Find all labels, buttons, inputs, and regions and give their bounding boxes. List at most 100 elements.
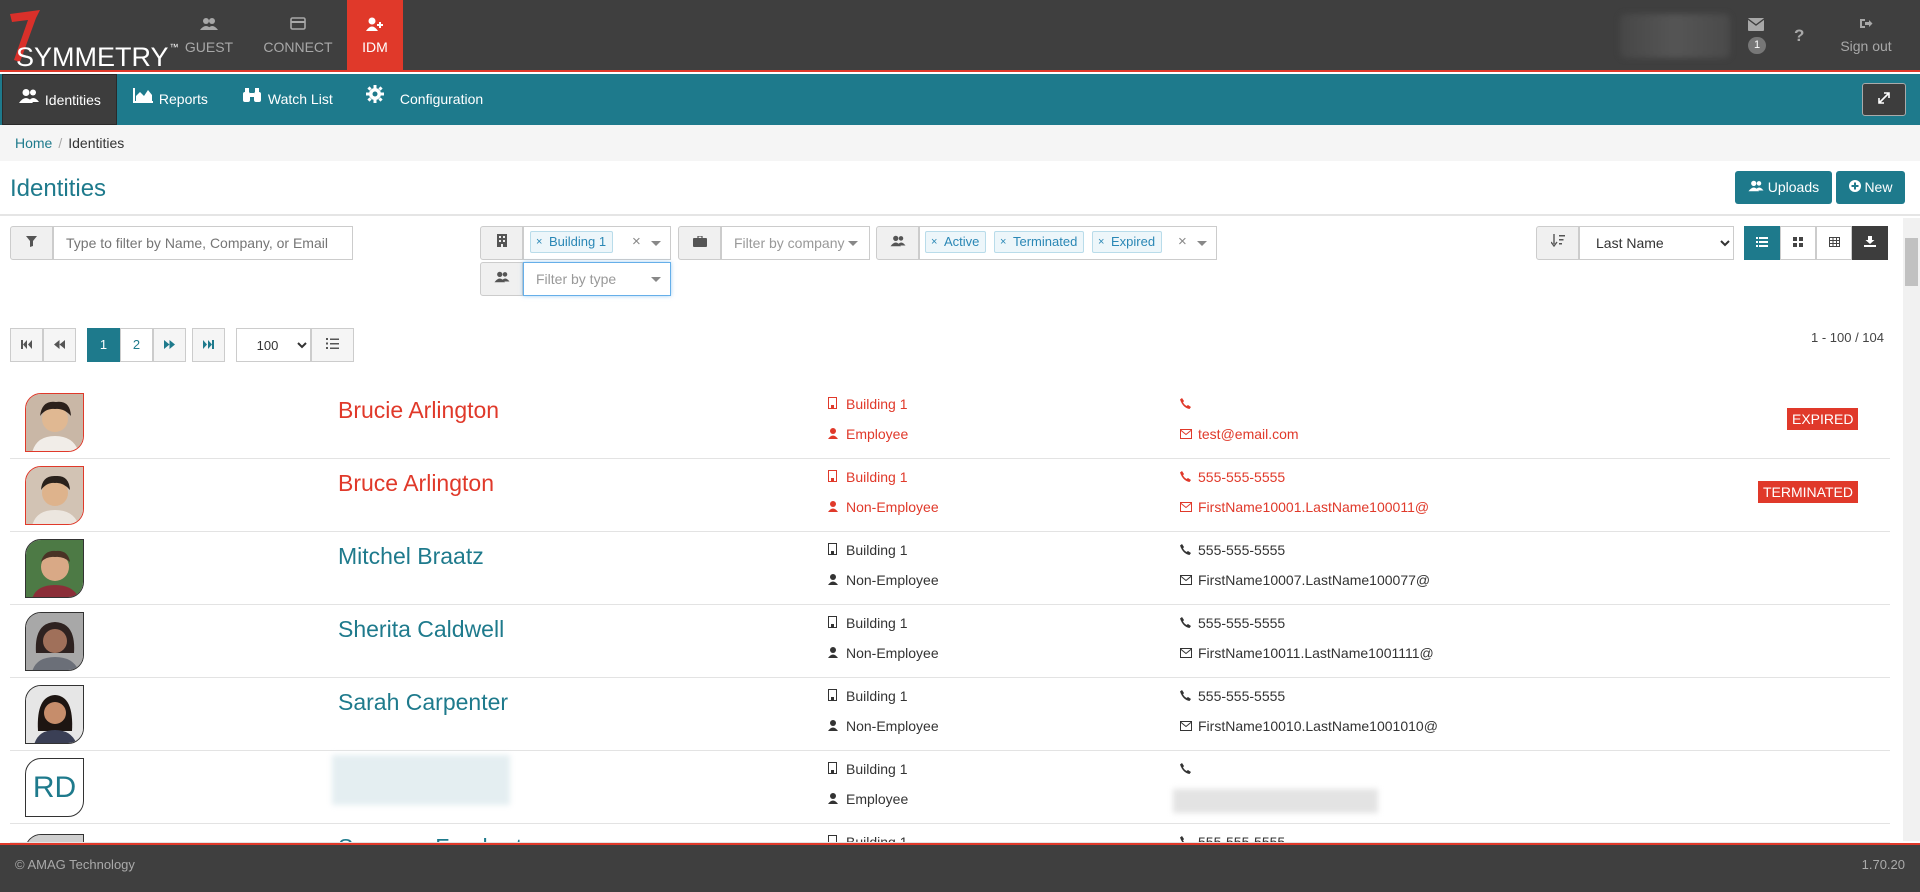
phone-value: 555-555-5555	[1198, 469, 1286, 485]
type-filter-select[interactable]: Filter by type	[523, 262, 671, 296]
company-caret-icon[interactable]	[848, 241, 858, 246]
building-icon	[496, 234, 507, 250]
tag-remove-icon[interactable]: ×	[1098, 232, 1104, 252]
envelope-icon[interactable]	[1747, 18, 1766, 32]
user-icon	[828, 647, 846, 661]
search-input[interactable]	[53, 226, 353, 260]
tag-remove-icon[interactable]: ×	[931, 232, 937, 252]
users-icon	[890, 235, 906, 250]
previous-page-button[interactable]	[43, 328, 76, 362]
user-icon	[828, 574, 846, 588]
avatar	[25, 834, 84, 842]
list-view-button[interactable]	[1744, 226, 1780, 260]
building-value: Building 1	[846, 469, 908, 485]
identity-row[interactable]: Sherita Caldwell Building 1 Non-Employee…	[10, 605, 1890, 678]
status-tag-terminated[interactable]: × Terminated	[994, 231, 1085, 253]
phone-cell	[1180, 396, 1198, 412]
app-tab-idm[interactable]: IDM	[347, 0, 403, 72]
identity-name[interactable]: Sherita Caldwell	[338, 616, 504, 643]
nav-item-configuration[interactable]: Configuration	[366, 74, 496, 125]
table-view-button[interactable]	[1816, 226, 1852, 260]
building-value: Building 1	[846, 542, 908, 558]
page-button[interactable]: 2	[120, 328, 153, 362]
email-cell: FirstName10011.LastName1001111@	[1180, 645, 1434, 661]
nav-item-label: Reports	[158, 91, 208, 107]
scrollbar-track[interactable]	[1903, 218, 1920, 841]
status-tag-expired[interactable]: × Expired	[1092, 231, 1163, 253]
uploads-button[interactable]: Uploads	[1735, 171, 1832, 204]
phone-icon	[1180, 763, 1198, 777]
phone-icon	[1180, 836, 1198, 842]
breadcrumb-home-link[interactable]: Home	[15, 135, 52, 151]
identity-row[interactable]: Suzanne Farnhart Building 1 555-555-5555	[10, 824, 1890, 843]
phone-value: 555-555-5555	[1198, 834, 1286, 843]
identity-row[interactable]: RD Building 1 Employee	[10, 751, 1890, 824]
phone-value: 555-555-5555	[1198, 688, 1286, 704]
tag-remove-icon[interactable]: ×	[1000, 232, 1006, 252]
building-tag[interactable]: × Building 1	[530, 231, 614, 253]
user-icon	[828, 428, 846, 442]
building-icon	[828, 762, 846, 777]
phone-cell: 555-555-5555	[1180, 615, 1285, 631]
phone-icon	[1180, 398, 1198, 412]
building-cell: Building 1	[828, 834, 908, 842]
result-range: 1 - 100 / 104	[1811, 330, 1884, 345]
grid-view-button[interactable]	[1780, 226, 1816, 260]
email-value: FirstName10010.LastName1001010@	[1198, 718, 1438, 734]
building-caret-icon[interactable]	[651, 241, 661, 246]
page-button[interactable]: 1	[87, 328, 120, 362]
help-icon[interactable]: ?	[1794, 26, 1804, 46]
area-chart-icon	[133, 73, 155, 124]
identity-row[interactable]: Brucie Arlington Building 1 Employee tes…	[10, 386, 1890, 459]
app-tab-label: IDM	[362, 39, 388, 55]
breadcrumb-bar	[0, 125, 1920, 161]
filter-icon	[26, 235, 37, 250]
building-clear-icon[interactable]: ×	[632, 233, 641, 250]
expand-fullscreen-button[interactable]	[1862, 83, 1906, 116]
identity-row[interactable]: Sarah Carpenter Building 1 Non-Employee …	[10, 678, 1890, 751]
nav-item-identities[interactable]: Identities	[2, 74, 117, 125]
sign-out-button[interactable]: Sign out	[1836, 18, 1896, 54]
identity-name[interactable]: Mitchel Braatz	[338, 543, 484, 570]
sort-select[interactable]: Last Name	[1579, 226, 1734, 260]
email-cell: FirstName10010.LastName1001010@	[1180, 718, 1438, 734]
identity-name[interactable]: Brucie Arlington	[338, 397, 499, 424]
last-page-button[interactable]	[192, 328, 225, 362]
type-value: Non-Employee	[846, 572, 939, 588]
status-tag-label: Terminated	[1013, 234, 1078, 249]
next-page-button[interactable]	[153, 328, 186, 362]
plus-circle-icon	[1848, 179, 1861, 195]
building-cell: Building 1	[828, 761, 908, 777]
email-value: FirstName10007.LastName100077@	[1198, 572, 1431, 588]
type-caret-icon[interactable]	[651, 277, 661, 282]
tag-remove-icon[interactable]: ×	[536, 232, 542, 252]
identity-row[interactable]: Bruce Arlington Building 1 Non-Employee …	[10, 459, 1890, 532]
type-filter-addon	[480, 262, 523, 296]
app-tab-connect[interactable]: CONNECT	[259, 0, 337, 72]
building-icon	[828, 616, 846, 631]
page-size-select[interactable]: 100	[236, 328, 311, 362]
identity-name[interactable]: Suzanne Farnhart	[338, 834, 522, 842]
phone-cell: 555-555-5555	[1180, 542, 1285, 558]
type-value: Non-Employee	[846, 645, 939, 661]
download-button[interactable]	[1852, 226, 1888, 260]
symmetry-logo[interactable]: SYMMETRY™	[6, 8, 179, 72]
status-caret-icon[interactable]	[1197, 241, 1207, 246]
status-clear-icon[interactable]: ×	[1178, 233, 1187, 250]
new-button[interactable]: New	[1836, 171, 1905, 204]
identity-row[interactable]: Mitchel Braatz Building 1 Non-Employee 5…	[10, 532, 1890, 605]
nav-item-reports[interactable]: Reports	[133, 74, 233, 125]
columns-button[interactable]	[311, 328, 354, 362]
status-filter-addon	[876, 226, 919, 260]
user-icon	[828, 720, 846, 734]
phone-value: 555-555-5555	[1198, 542, 1286, 558]
identity-name[interactable]: Sarah Carpenter	[338, 689, 508, 716]
status-tag-active[interactable]: × Active	[925, 231, 987, 253]
redacted-user-area	[1620, 14, 1730, 58]
nav-item-watch-list[interactable]: Watch List	[242, 74, 352, 125]
phone-icon	[1180, 690, 1198, 704]
identity-name[interactable]: Bruce Arlington	[338, 470, 494, 497]
app-tab-guest[interactable]: GUEST	[176, 0, 242, 72]
scrollbar-thumb[interactable]	[1905, 238, 1918, 286]
first-page-button[interactable]	[10, 328, 43, 362]
